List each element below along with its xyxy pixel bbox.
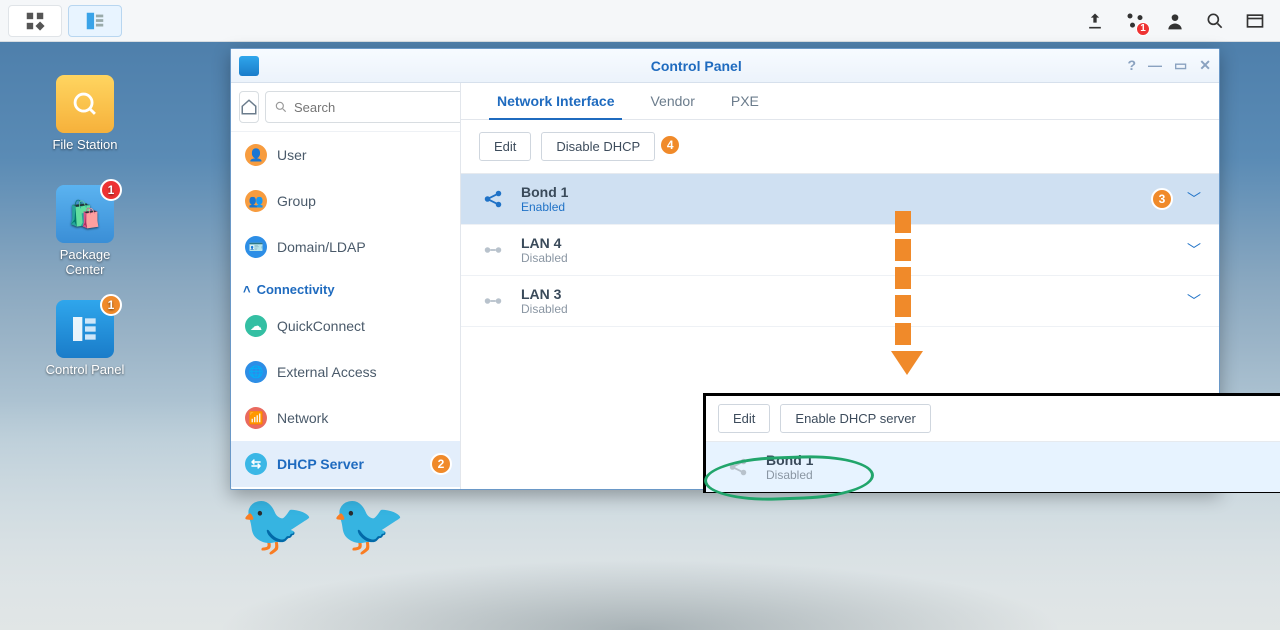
window-minimize-button[interactable]: — bbox=[1148, 57, 1162, 74]
globe-icon: 🌐 bbox=[245, 361, 267, 383]
window-close-button[interactable]: ✕ bbox=[1199, 57, 1211, 74]
interface-row-lan3[interactable]: LAN 3 Disabled ﹀ bbox=[461, 276, 1219, 327]
upload-icon[interactable] bbox=[1078, 4, 1112, 38]
controlpanel-large-icon: 1 bbox=[56, 300, 114, 358]
sidebar-label: User bbox=[277, 147, 307, 163]
interface-status: Enabled bbox=[521, 200, 1143, 214]
chevron-down-icon[interactable]: ﹀ bbox=[1187, 189, 1201, 209]
apps-icon bbox=[24, 10, 46, 32]
enable-dhcp-button[interactable]: Enable DHCP server bbox=[780, 404, 930, 433]
interface-row-bond1-after[interactable]: Bond 1 Disabled ﹀ bbox=[706, 441, 1280, 492]
sidebar-item-group[interactable]: 👥 Group bbox=[231, 178, 460, 224]
chevron-up-icon: ˄ bbox=[243, 282, 251, 297]
interface-status: Disabled bbox=[521, 251, 1173, 265]
taskbar-controlpanel-button[interactable] bbox=[68, 5, 122, 37]
edit-button[interactable]: Edit bbox=[718, 404, 770, 433]
cloud-icon: ☁ bbox=[245, 315, 267, 337]
window-titlebar[interactable]: Control Panel ? — ▭ ✕ bbox=[231, 49, 1219, 83]
sidebar-label: Group bbox=[277, 193, 316, 209]
decorative-birds: 🐦 🐦 bbox=[240, 489, 406, 560]
sidebar-label: External Access bbox=[277, 364, 377, 380]
window-help-button[interactable]: ? bbox=[1127, 57, 1136, 74]
widgets-icon[interactable] bbox=[1238, 4, 1272, 38]
lan-icon bbox=[479, 290, 507, 312]
window-app-icon bbox=[239, 56, 259, 76]
sidebar-label: DHCP Server bbox=[277, 456, 364, 472]
ldap-icon: 🪪 bbox=[245, 236, 267, 258]
search-icon bbox=[274, 100, 288, 114]
group-icon: 👥 bbox=[245, 190, 267, 212]
disable-dhcp-button[interactable]: Disable DHCP bbox=[541, 132, 655, 161]
sidebar-label: Domain/LDAP bbox=[277, 239, 366, 255]
controlpanel-icon bbox=[84, 10, 106, 32]
controlpanel-badge: 1 bbox=[100, 294, 122, 316]
interface-name: Bond 1 bbox=[766, 452, 1280, 468]
share-icon bbox=[724, 456, 752, 478]
sidebar-section-connectivity[interactable]: ˄ Connectivity bbox=[231, 270, 460, 303]
folder-icon bbox=[56, 75, 114, 133]
interface-name: Bond 1 bbox=[521, 184, 1143, 200]
package-badge: 1 bbox=[100, 179, 122, 201]
sidebar-item-user[interactable]: 👤 User bbox=[231, 132, 460, 178]
desktop-label: Package Center bbox=[60, 247, 111, 277]
interface-row-bond1[interactable]: Bond 1 Enabled 3 ﹀ bbox=[461, 174, 1219, 225]
desktop-label: File Station bbox=[52, 137, 117, 152]
dhcp-icon: ⇆ bbox=[245, 453, 267, 475]
network-icon: 📶 bbox=[245, 407, 267, 429]
chevron-down-icon[interactable]: ﹀ bbox=[1187, 291, 1201, 311]
search-icon[interactable] bbox=[1198, 4, 1232, 38]
share-icon bbox=[479, 188, 507, 210]
dhcp-after-callout: Edit Enable DHCP server Bond 1 Disabled … bbox=[703, 393, 1280, 493]
sidebar-item-externalaccess[interactable]: 🌐 External Access bbox=[231, 349, 460, 395]
search-input[interactable] bbox=[265, 91, 461, 123]
interface-status: Disabled bbox=[766, 468, 1280, 482]
desktop-file-station[interactable]: File Station bbox=[40, 75, 130, 152]
home-icon bbox=[240, 98, 258, 116]
callout-badge-2: 2 bbox=[430, 453, 452, 475]
user-icon[interactable] bbox=[1158, 4, 1192, 38]
desktop-package-center[interactable]: 🛍️ 1 Package Center bbox=[40, 185, 130, 277]
home-button[interactable] bbox=[239, 91, 259, 123]
sidebar-item-quickconnect[interactable]: ☁ QuickConnect bbox=[231, 303, 460, 349]
sidebar-item-domain[interactable]: 🪪 Domain/LDAP bbox=[231, 224, 460, 270]
control-panel-window: Control Panel ? — ▭ ✕ 👤 User bbox=[230, 48, 1220, 490]
callout-badge-4: 4 bbox=[659, 134, 681, 156]
interface-name: LAN 3 bbox=[521, 286, 1173, 302]
sidebar-label: QuickConnect bbox=[277, 318, 365, 334]
chevron-down-icon[interactable]: ﹀ bbox=[1187, 240, 1201, 260]
desktop-label: Control Panel bbox=[46, 362, 125, 377]
notifications-icon[interactable]: 1 bbox=[1118, 4, 1152, 38]
user-icon: 👤 bbox=[245, 144, 267, 166]
lan-icon bbox=[479, 239, 507, 261]
callout-badge-3: 3 bbox=[1151, 188, 1173, 210]
sidebar-item-dhcp-server[interactable]: ⇆ DHCP Server 2 bbox=[231, 441, 460, 487]
edit-button[interactable]: Edit bbox=[479, 132, 531, 161]
notification-badge: 1 bbox=[1136, 22, 1150, 36]
interface-name: LAN 4 bbox=[521, 235, 1173, 251]
sidebar: 👤 User 👥 Group 🪪 Domain/LDAP ˄ Connectiv… bbox=[231, 83, 461, 489]
taskbar-apps-button[interactable] bbox=[8, 5, 62, 37]
tab-pxe[interactable]: PXE bbox=[713, 83, 777, 119]
interface-status: Disabled bbox=[521, 302, 1173, 316]
sidebar-label: Network bbox=[277, 410, 328, 426]
tab-vendor[interactable]: Vendor bbox=[632, 83, 712, 119]
search-field[interactable] bbox=[294, 100, 461, 115]
main-panel: Network Interface Vendor PXE Edit Disabl… bbox=[461, 83, 1219, 489]
taskbar: 1 bbox=[0, 0, 1280, 42]
desktop-control-panel[interactable]: 1 Control Panel bbox=[40, 300, 130, 377]
tab-network-interface[interactable]: Network Interface bbox=[479, 83, 632, 119]
window-title: Control Panel bbox=[265, 58, 1127, 74]
package-icon: 🛍️ 1 bbox=[56, 185, 114, 243]
window-maximize-button[interactable]: ▭ bbox=[1174, 57, 1187, 74]
interface-row-lan4[interactable]: LAN 4 Disabled ﹀ bbox=[461, 225, 1219, 276]
sidebar-item-network[interactable]: 📶 Network bbox=[231, 395, 460, 441]
section-label: Connectivity bbox=[257, 282, 335, 297]
